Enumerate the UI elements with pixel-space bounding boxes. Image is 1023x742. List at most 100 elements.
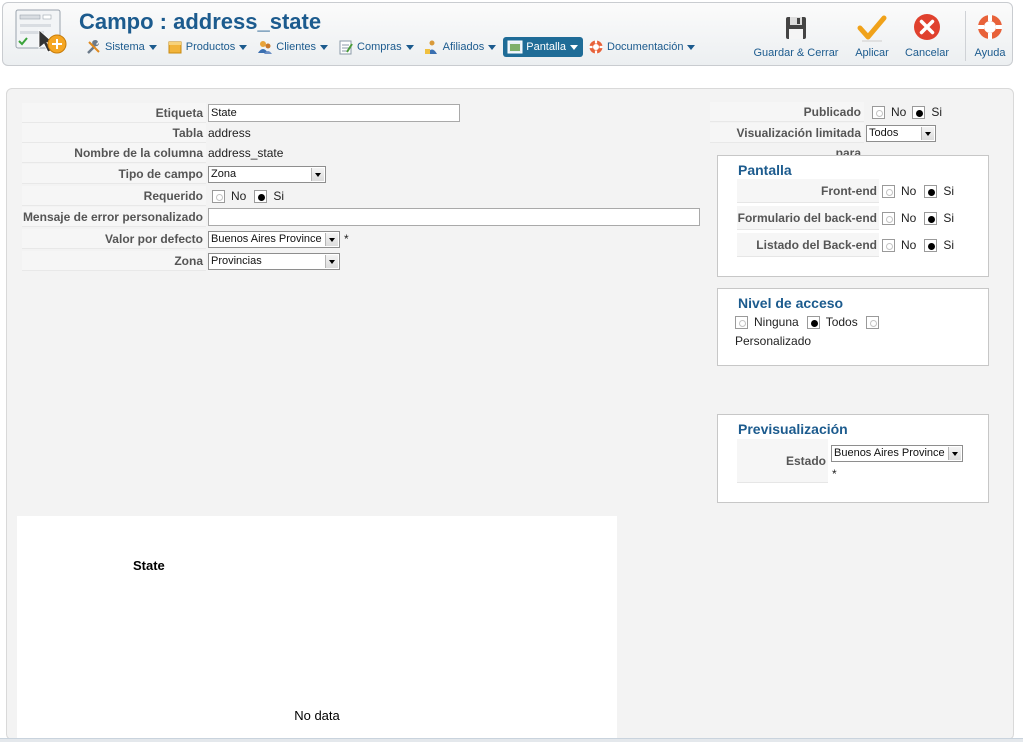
requerido-no-label: No [231,189,247,203]
row-columna: Nombre de la columna address_state [22,143,283,163]
pantalla-legend: Pantalla [738,162,792,178]
default-value-select[interactable]: Buenos Aires Province [208,230,340,248]
preview-fieldset: Previsualización Estado Buenos Aires Pro… [717,414,989,503]
error-message-input[interactable] [208,208,700,226]
orders-icon [339,40,353,55]
dropdown-arrow-icon [325,232,338,246]
backend-list-label: Listado del Back-end [737,233,879,257]
tipo-select[interactable]: Zona [208,165,326,183]
menu-afiliados-label: Afiliados [442,41,485,53]
affiliates-icon [424,40,437,54]
menu-documentacion[interactable]: Documentación [585,37,700,57]
defecto-label: Valor por defecto [22,229,206,249]
visualizacion-selected-value: Todos [869,126,899,139]
help-button[interactable]: Ayuda [969,13,1011,59]
save-icon [786,17,806,39]
backend-list-no-label: No [901,238,917,252]
publicado-si-radio[interactable] [912,105,926,119]
columna-label: Nombre de la columna [22,143,206,163]
toolbar-header: Campo : address_state Sistema Productos … [2,2,1013,66]
checkmark-icon [857,15,887,42]
visualizacion-select[interactable]: Todos [866,124,936,142]
zona-selected-value: Provincias [211,254,262,267]
chevron-down-icon [488,44,497,50]
access-ninguna-label: Ninguna [754,315,799,329]
dropdown-arrow-icon [921,126,934,140]
backend-form-label: Formulario del back-end [737,206,879,230]
etiqueta-label: Etiqueta [22,103,206,123]
save-close-label: Guardar & Cerrar [753,47,839,59]
access-level-fieldset: Nivel de acceso Ninguna Todos Personaliz… [717,288,989,366]
chevron-down-icon [148,44,157,50]
publicado-no-radio[interactable] [872,105,885,119]
preview-estado-label: Estado [737,439,828,483]
frontend-options: No Si [882,181,962,201]
access-personalizado-radio[interactable] [865,315,879,329]
backend-list-options: No Si [882,235,962,255]
backend-form-si-radio[interactable] [924,211,938,225]
row-tipo: Tipo de campo Zona [22,164,326,184]
chevron-down-icon [570,44,578,50]
chevron-down-icon [405,44,414,50]
help-lifebuoy-icon [978,15,1002,39]
main-menu: Sistema Productos Clientes Compras Afili… [83,37,702,57]
backend-form-si-label: Si [943,211,955,225]
backend-list-si-radio[interactable] [924,238,938,252]
menu-compras[interactable]: Compras [335,37,419,57]
field-settings-icon [15,9,67,54]
menu-pantalla[interactable]: Pantalla [503,37,583,57]
frontend-si-radio[interactable] [924,184,938,198]
clients-icon [258,41,273,54]
row-requerido: Requerido No Si [22,186,292,206]
frontend-no-label: No [901,184,917,198]
row-publicado: Publicado No Si [710,102,950,122]
access-todos-label: Todos [825,315,858,329]
backend-list-no-radio[interactable] [882,238,895,252]
menu-productos[interactable]: Productos [164,37,253,57]
row-error: Mensaje de error personalizado [22,207,700,227]
dropdown-arrow-icon [948,447,961,460]
frontend-no-radio[interactable] [882,184,895,198]
defecto-selected-value: Buenos Aires Province [211,232,322,245]
row-tabla: Tabla address [22,123,251,143]
preview-required-asterisk: * [832,467,837,481]
backend-form-options: No Si [882,208,962,228]
pantalla-fieldset: Pantalla Front-end No Si Formulario del … [717,155,989,277]
products-icon [168,41,182,54]
visualizacion-label: Visualización limitada para [710,123,864,160]
backend-form-no-radio[interactable] [882,211,895,225]
dropdown-arrow-icon [325,254,338,268]
requerido-label: Requerido [22,186,206,206]
menu-clientes[interactable]: Clientes [254,37,333,57]
access-todos-radio[interactable] [806,315,820,329]
tabla-value: address [208,126,251,140]
columna-value: address_state [208,146,284,160]
menu-sistema-label: Sistema [105,41,145,53]
menu-pantalla-label: Pantalla [526,41,566,53]
requerido-no-radio[interactable] [212,189,225,203]
access-level-legend: Nivel de acceso [738,295,844,311]
dropdown-arrow-icon [311,167,324,181]
tipo-label: Tipo de campo [22,164,206,184]
apply-button[interactable]: Aplicar [849,13,895,59]
frontend-si-label: Si [943,184,955,198]
menu-clientes-label: Clientes [276,41,317,53]
chevron-down-icon [320,44,329,50]
wrench-icon [87,40,100,54]
backend-form-no-label: No [901,211,917,225]
save-close-button[interactable]: Guardar & Cerrar [751,13,841,59]
zona-select[interactable]: Provincias [208,252,340,270]
etiqueta-input[interactable] [208,104,460,122]
cancel-button[interactable]: Cancelar [901,13,953,59]
display-icon [507,40,523,54]
row-zona: Zona Provincias [22,251,340,271]
menu-afiliados[interactable]: Afiliados [421,37,502,57]
menu-sistema[interactable]: Sistema [83,37,162,57]
requerido-si-radio[interactable] [254,189,268,203]
chevron-down-icon [687,44,696,50]
access-ninguna-radio[interactable] [735,315,748,329]
access-level-options: Ninguna Todos [735,312,879,332]
preview-estado-select[interactable]: Buenos Aires Province [831,445,963,462]
preview-area-title: State [133,558,165,573]
page-title: Campo : address_state [79,9,322,34]
